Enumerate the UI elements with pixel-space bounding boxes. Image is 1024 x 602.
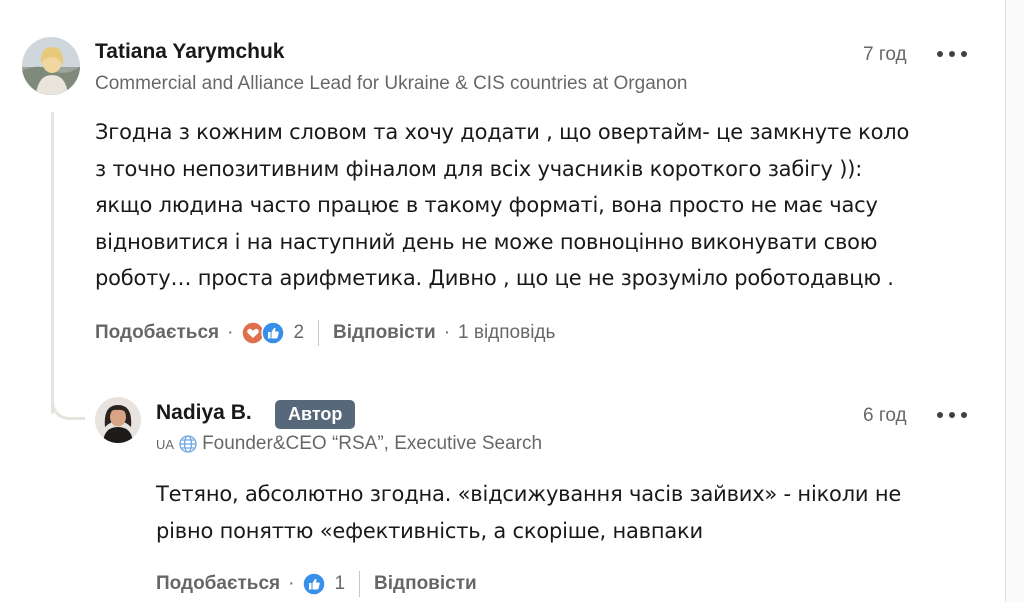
divider — [318, 320, 320, 346]
divider — [359, 571, 361, 597]
timestamp: 6 год — [863, 405, 907, 426]
reply-body-line: рівно поняттю «ефективність, а скоріше, … — [156, 518, 703, 543]
reactions-summary[interactable] — [302, 572, 327, 596]
comment-body-line: відновитися і на наступний день не може … — [95, 229, 878, 254]
location-code: UA — [156, 436, 175, 452]
separator-dot: · — [443, 322, 451, 343]
separator-dot: · — [288, 573, 295, 594]
like-button[interactable]: Подобається — [156, 573, 280, 595]
comment-body-line: якщо людина часто працює в такому формат… — [95, 193, 878, 217]
thread-connector-line — [51, 112, 54, 414]
author-headline: UA Founder&CEO “RSA”, Executive Search — [156, 433, 542, 455]
reply-actions: Подобається · 1 Відповісти — [156, 569, 477, 599]
comment-body: Згодна з кожним словом та хочу додати , … — [95, 114, 995, 297]
like-button[interactable]: Подобається — [95, 322, 219, 344]
reaction-count[interactable]: 2 — [293, 322, 304, 344]
reply-body: Тетяно, абсолютно згодна. «відсижування … — [156, 476, 996, 549]
comment-body-line: з точно непозитивним фіналом для всіх уч… — [95, 156, 863, 181]
more-horizontal-icon[interactable] — [937, 42, 967, 66]
timestamp: 7 год — [863, 44, 907, 65]
reaction-count[interactable]: 1 — [334, 573, 345, 595]
comment-body-line: Згодна з кожним словом та хочу додати , … — [95, 120, 910, 144]
reactions-summary[interactable] — [241, 321, 286, 345]
reply-count-link[interactable]: 1 відповідь — [458, 322, 555, 344]
more-horizontal-icon[interactable] — [937, 403, 967, 427]
scrollbar-track[interactable] — [1005, 0, 1024, 602]
globe-icon — [178, 434, 198, 454]
like-reaction-icon — [302, 572, 327, 596]
author-headline-text: Founder&CEO “RSA”, Executive Search — [202, 433, 543, 454]
comment-body-line: роботу… проста арифметика. Дивно , що це… — [95, 266, 894, 290]
avatar[interactable] — [22, 37, 80, 95]
reply-body-line: Тетяно, абсолютно згодна. «відсижування … — [156, 482, 902, 506]
reply-button[interactable]: Відповісти — [333, 322, 436, 344]
separator-dot: · — [227, 322, 234, 343]
author-name[interactable]: Nadiya B. — [156, 401, 252, 425]
author-name[interactable]: Tatiana Yarymchuk — [95, 40, 284, 64]
comment-actions: Подобається · 2 Відповісти · 1 відповідь — [95, 318, 555, 348]
author-badge: Автор — [275, 400, 356, 429]
thread-connector-curve — [51, 380, 85, 420]
comments-thread: Tatiana Yarymchuk Commercial and Allianc… — [0, 0, 1024, 602]
author-headline: Commercial and Alliance Lead for Ukraine… — [95, 73, 688, 94]
like-reaction-icon — [261, 321, 286, 345]
avatar[interactable] — [95, 397, 141, 443]
reply-button[interactable]: Відповісти — [374, 573, 477, 595]
